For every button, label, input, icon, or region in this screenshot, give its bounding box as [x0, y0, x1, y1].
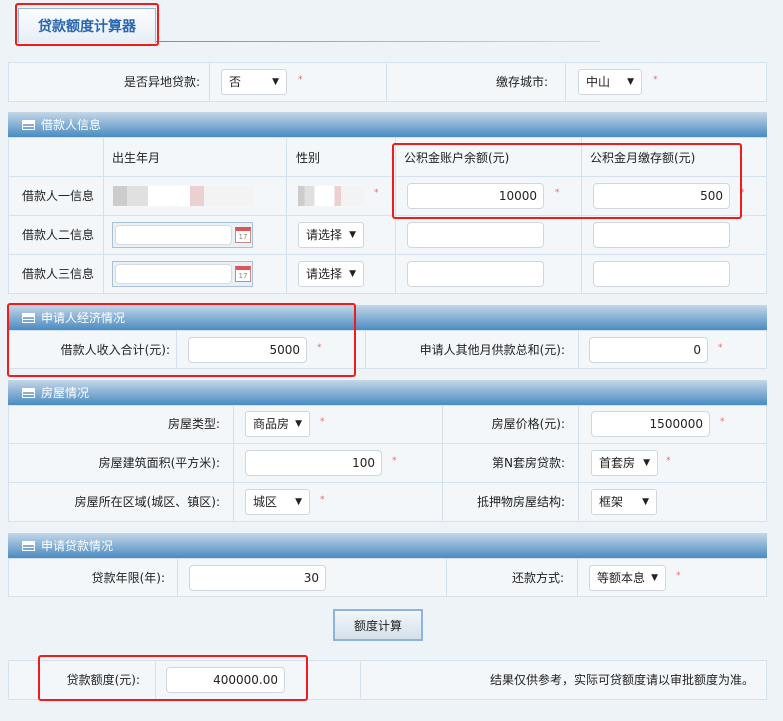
- remote-loan-select[interactable]: 否 ▼: [221, 69, 287, 95]
- balance-input-3[interactable]: [407, 261, 544, 287]
- gender-select-3[interactable]: 请选择 ▼: [298, 261, 364, 287]
- result-note: 结果仅供参考，实际可贷额度请以审批额度为准。: [489, 673, 754, 687]
- dropdown-arrow-icon: ▼: [295, 497, 302, 507]
- house-region-label: 房屋所在区域(城区、镇区):: [74, 495, 220, 509]
- required-star: *: [718, 343, 723, 353]
- city-value: 中山: [586, 75, 611, 89]
- monthly-input-3[interactable]: [593, 261, 730, 287]
- loan-years-input[interactable]: 30: [189, 565, 326, 591]
- repayment-method-value: 等额本息: [597, 571, 646, 585]
- repayment-method-label: 还款方式:: [511, 571, 564, 585]
- house-type-select[interactable]: 商品房 ▼: [245, 411, 310, 437]
- dropdown-arrow-icon: ▼: [272, 77, 279, 87]
- house-region-value: 城区: [253, 495, 278, 509]
- required-star: *: [392, 456, 397, 466]
- balance-input-2[interactable]: [407, 222, 544, 248]
- birth-date-input-3[interactable]: 17: [112, 261, 253, 287]
- required-star: *: [298, 75, 303, 85]
- highlight-box: [15, 3, 159, 46]
- house-type-value: 商品房: [253, 417, 290, 431]
- required-star: *: [320, 495, 325, 505]
- house-price-input[interactable]: 1500000: [591, 411, 710, 437]
- calculate-button[interactable]: 额度计算: [333, 609, 423, 641]
- table-icon: [22, 540, 35, 551]
- house-price-label: 房屋价格(元):: [491, 417, 565, 431]
- highlight-box: [392, 143, 742, 219]
- required-star: *: [374, 188, 379, 198]
- section-house: 房屋情况: [8, 380, 767, 405]
- other-payments-label: 申请人其他月供款总和(元):: [419, 343, 565, 357]
- city-select[interactable]: 中山 ▼: [578, 69, 642, 95]
- repayment-method-select[interactable]: 等额本息 ▼: [589, 565, 666, 591]
- calendar-icon[interactable]: 17: [235, 266, 251, 282]
- gender-value: 请选择: [306, 228, 343, 242]
- loan-years-label: 贷款年限(年):: [91, 571, 165, 585]
- monthly-input-2[interactable]: [593, 222, 730, 248]
- remote-loan-value: 否: [229, 75, 242, 89]
- borrower-3-label: 借款人三信息: [22, 267, 95, 281]
- calendar-icon[interactable]: 17: [235, 227, 251, 243]
- house-type-label: 房屋类型:: [167, 417, 220, 431]
- gender-value: 请选择: [306, 267, 343, 281]
- highlight-box: [7, 303, 356, 377]
- house-area-label: 房屋建筑面积(平方米):: [98, 456, 220, 470]
- house-area-input[interactable]: 100: [245, 450, 382, 476]
- dropdown-arrow-icon: ▼: [643, 458, 650, 468]
- section-title: 借款人信息: [41, 118, 102, 132]
- section-title: 房屋情况: [41, 386, 90, 400]
- remote-loan-label: 是否异地贷款:: [123, 75, 200, 89]
- birth-date-input-2[interactable]: 17: [112, 222, 253, 248]
- section-loan: 申请贷款情况: [8, 533, 767, 558]
- house-structure-select[interactable]: 框架 ▼: [591, 489, 657, 515]
- dropdown-arrow-icon: ▼: [627, 77, 634, 87]
- nth-house-select[interactable]: 首套房 ▼: [591, 450, 658, 476]
- house-structure-value: 框架: [599, 495, 624, 509]
- highlight-box: [38, 655, 308, 701]
- section-title: 申请贷款情况: [41, 539, 114, 553]
- house-region-select[interactable]: 城区 ▼: [245, 489, 310, 515]
- dropdown-arrow-icon: ▼: [651, 573, 658, 583]
- birth-date-input-blurred[interactable]: [113, 186, 253, 206]
- required-star: *: [653, 75, 658, 85]
- borrower-2-label: 借款人二信息: [22, 228, 95, 242]
- tab-underline: [156, 41, 600, 42]
- gender-select-2[interactable]: 请选择 ▼: [298, 222, 364, 248]
- header-gender: 性别: [296, 151, 321, 165]
- gender-select-blurred[interactable]: [298, 186, 364, 206]
- required-star: *: [676, 571, 681, 581]
- dropdown-arrow-icon: ▼: [349, 230, 356, 240]
- table-icon: [22, 387, 35, 398]
- header-birth: 出生年月: [112, 151, 161, 165]
- dropdown-arrow-icon: ▼: [642, 497, 649, 507]
- required-star: *: [666, 456, 671, 466]
- city-label: 缴存城市:: [495, 75, 548, 89]
- house-structure-label: 抵押物房屋结构:: [476, 495, 565, 509]
- nth-house-label: 第N套房贷款:: [491, 456, 565, 470]
- table-icon: [22, 119, 35, 130]
- borrower-1-label: 借款人一信息: [22, 189, 95, 203]
- dropdown-arrow-icon: ▼: [349, 269, 356, 279]
- required-star: *: [720, 417, 725, 427]
- dropdown-arrow-icon: ▼: [295, 419, 302, 429]
- required-star: *: [320, 417, 325, 427]
- other-payments-input[interactable]: 0: [589, 337, 708, 363]
- section-borrower-info: 借款人信息: [8, 112, 767, 137]
- nth-house-value: 首套房: [599, 456, 636, 470]
